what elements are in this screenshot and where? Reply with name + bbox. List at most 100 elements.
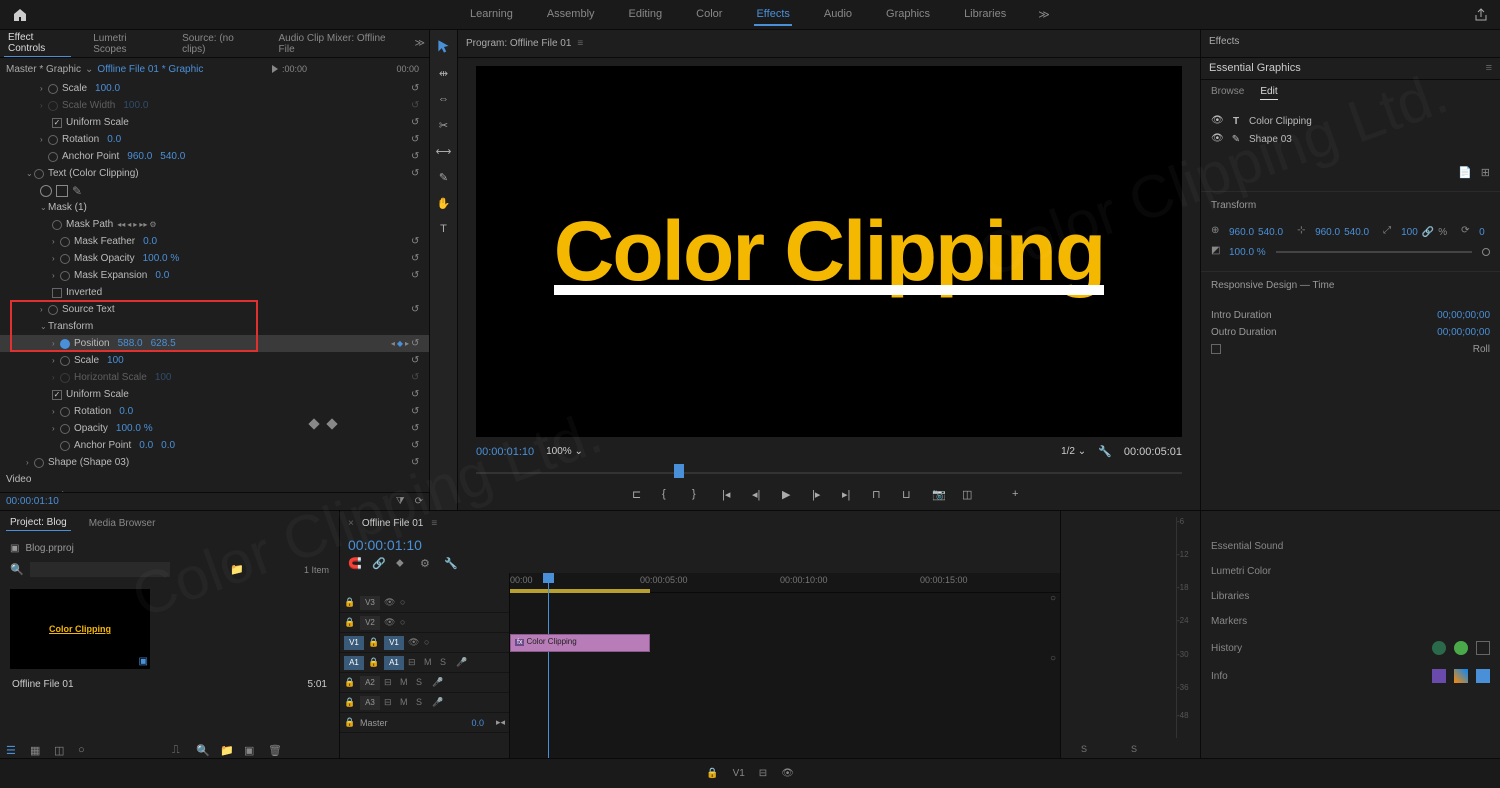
eg-tab-browse[interactable]: Browse <box>1211 86 1244 100</box>
comparison-icon[interactable]: ◫ <box>962 488 976 502</box>
stopwatch-icon[interactable] <box>52 220 62 230</box>
keyframe-area[interactable] <box>280 172 410 492</box>
reset-icon[interactable] <box>411 83 423 95</box>
group-icon[interactable]: ⊞ <box>1481 167 1490 179</box>
stopwatch-icon[interactable] <box>60 424 70 434</box>
panel-menu-icon[interactable]: ≡ <box>1486 62 1492 74</box>
selection-tool-icon[interactable] <box>435 38 453 56</box>
go-to-in-icon[interactable]: |◂ <box>722 488 736 502</box>
checkbox-icon[interactable] <box>52 390 62 400</box>
go-to-out-icon[interactable]: ▸| <box>842 488 856 502</box>
eye-icon[interactable]: 👁 <box>384 617 396 629</box>
extract-icon[interactable]: ⊔ <box>902 488 916 502</box>
source-patch[interactable]: V1 <box>344 636 364 650</box>
reset-icon[interactable] <box>411 423 423 435</box>
more-workspaces-icon[interactable]: ≫ <box>1038 8 1050 21</box>
track-v3[interactable]: 🔒V3👁○ <box>340 593 509 613</box>
type-tool-icon[interactable]: T <box>435 220 453 238</box>
panel-essential-sound[interactable]: Essential Sound <box>1211 541 1490 552</box>
ripple-edit-tool-icon[interactable]: ⇔ <box>435 90 453 108</box>
stopwatch-icon[interactable] <box>60 254 70 264</box>
panel-menu-icon[interactable]: ≡ <box>431 518 437 529</box>
mute-icon[interactable]: ○ <box>400 617 412 629</box>
eg-pos-x[interactable]: 960.0 <box>1229 227 1254 238</box>
stopwatch-icon[interactable] <box>60 441 70 451</box>
home-icon[interactable] <box>12 7 28 23</box>
resolution-select[interactable]: 1/2 ⌄ <box>1061 446 1086 457</box>
linked-selection-icon[interactable]: 🔗 <box>372 557 386 571</box>
eg-layer-shape[interactable]: 👁 ✎ Shape 03 <box>1211 130 1490 148</box>
lock-icon[interactable]: 🔒 <box>368 637 380 649</box>
export-frame-icon[interactable]: 📷 <box>932 488 946 502</box>
mic-icon[interactable]: 🎤 <box>432 697 444 709</box>
project-thumbnail[interactable]: Color Clipping ▣ <box>10 589 150 669</box>
track-badge[interactable]: A2 <box>360 676 380 690</box>
share-icon[interactable] <box>1474 8 1488 22</box>
anchor-x[interactable]: 960.0 <box>127 151 152 162</box>
timeline-tracks[interactable]: 00:00 00:00:05:00 00:00:10:00 00:00:15:0… <box>510 573 1060 758</box>
list-view-icon[interactable]: ☰ <box>6 744 20 758</box>
effect-controls-timeline[interactable]: :00:00 00:00 <box>272 58 419 80</box>
program-monitor[interactable]: Color Clipping <box>476 66 1182 437</box>
stock-badge-icon[interactable] <box>1454 641 1468 655</box>
filter-icon[interactable]: ⧩ <box>396 496 405 507</box>
scale-row[interactable]: ›Scale100.0 <box>0 80 429 97</box>
trotation-value[interactable]: 0.0 <box>119 406 133 417</box>
sort-icon[interactable]: ○ <box>78 744 92 758</box>
close-icon[interactable]: × <box>348 518 354 529</box>
reset-icon[interactable] <box>411 151 423 163</box>
track-badge[interactable]: A1 <box>384 656 404 670</box>
eg-rotation[interactable]: 0 <box>1479 227 1485 238</box>
reset-icon[interactable] <box>411 253 423 265</box>
badge-icon[interactable] <box>1476 669 1490 683</box>
eg-layer-text[interactable]: 👁 T Color Clipping <box>1211 112 1490 130</box>
lock-icon[interactable]: 🔒 <box>344 617 356 629</box>
slip-tool-icon[interactable]: ⟷ <box>435 142 453 160</box>
panel-menu-icon[interactable]: ≫ <box>415 38 425 49</box>
panel-history[interactable]: History <box>1211 643 1242 654</box>
track-v2[interactable]: 🔒 V2 👁 ○ <box>340 613 509 633</box>
mute-icon[interactable]: ○ <box>400 597 412 609</box>
item-name[interactable]: Offline File 01 <box>12 679 74 690</box>
panel-markers[interactable]: Markers <box>1211 616 1490 627</box>
mark-in-icon[interactable]: ⊏ <box>632 488 646 502</box>
checkbox-icon[interactable] <box>52 288 62 298</box>
ellipse-mask-icon[interactable] <box>40 185 52 197</box>
mark-clip-icon[interactable]: } <box>692 488 706 502</box>
scale-value[interactable]: 100.0 <box>95 83 120 94</box>
tab-effect-controls[interactable]: Effect Controls <box>4 30 71 57</box>
uniform-scale-row[interactable]: Uniform Scale <box>0 114 429 131</box>
expand-icon[interactable]: ▸◂ <box>496 717 505 728</box>
track-a1[interactable]: A1🔒A1⊟MS🎤 <box>340 653 509 673</box>
ec-timecode[interactable]: 00:00:01:10 <box>6 496 59 507</box>
mic-icon[interactable]: 🎤 <box>432 677 444 689</box>
effects-panel-tab[interactable]: Effects <box>1201 30 1500 58</box>
track-badge[interactable]: V2 <box>360 616 380 630</box>
automate-icon[interactable]: ⎍ <box>172 744 186 758</box>
panel-libraries[interactable]: Libraries <box>1211 591 1490 602</box>
reset-icon[interactable] <box>411 304 423 316</box>
tab-lumetri-scopes[interactable]: Lumetri Scopes <box>89 31 160 57</box>
program-timecode[interactable]: 00:00:01:10 <box>476 446 534 458</box>
sequence-name[interactable]: Offline File 01 <box>362 518 424 529</box>
reset-icon[interactable] <box>411 440 423 452</box>
zoom-in-icon[interactable]: ○ <box>1050 653 1056 664</box>
timeline-clip[interactable]: fxColor Clipping <box>510 634 650 652</box>
reset-icon[interactable] <box>411 338 423 350</box>
panel-lumetri-color[interactable]: Lumetri Color <box>1211 566 1490 577</box>
keyframe-nav[interactable]: ◂◂◂▸▸▸⚙ <box>117 220 156 229</box>
track-master[interactable]: 🔒Master0.0▸◂ <box>340 713 509 733</box>
mask-expansion-value[interactable]: 0.0 <box>155 270 169 281</box>
master-value[interactable]: 0.0 <box>471 718 484 728</box>
tab-source[interactable]: Source: (no clips) <box>178 31 256 57</box>
mask-opacity-value[interactable]: 100.0 % <box>143 253 180 264</box>
reset-icon[interactable] <box>411 236 423 248</box>
add-button-icon[interactable]: + <box>1012 488 1026 502</box>
workspace-assembly[interactable]: Assembly <box>545 4 597 26</box>
rect-mask-icon[interactable] <box>56 185 68 197</box>
checkbox-icon[interactable] <box>52 118 62 128</box>
opacity-value[interactable]: 100.0 % <box>116 423 153 434</box>
track-badge[interactable]: A3 <box>360 696 380 710</box>
tscale-value[interactable]: 100 <box>107 355 124 366</box>
keyframe-diamond[interactable] <box>326 418 337 429</box>
